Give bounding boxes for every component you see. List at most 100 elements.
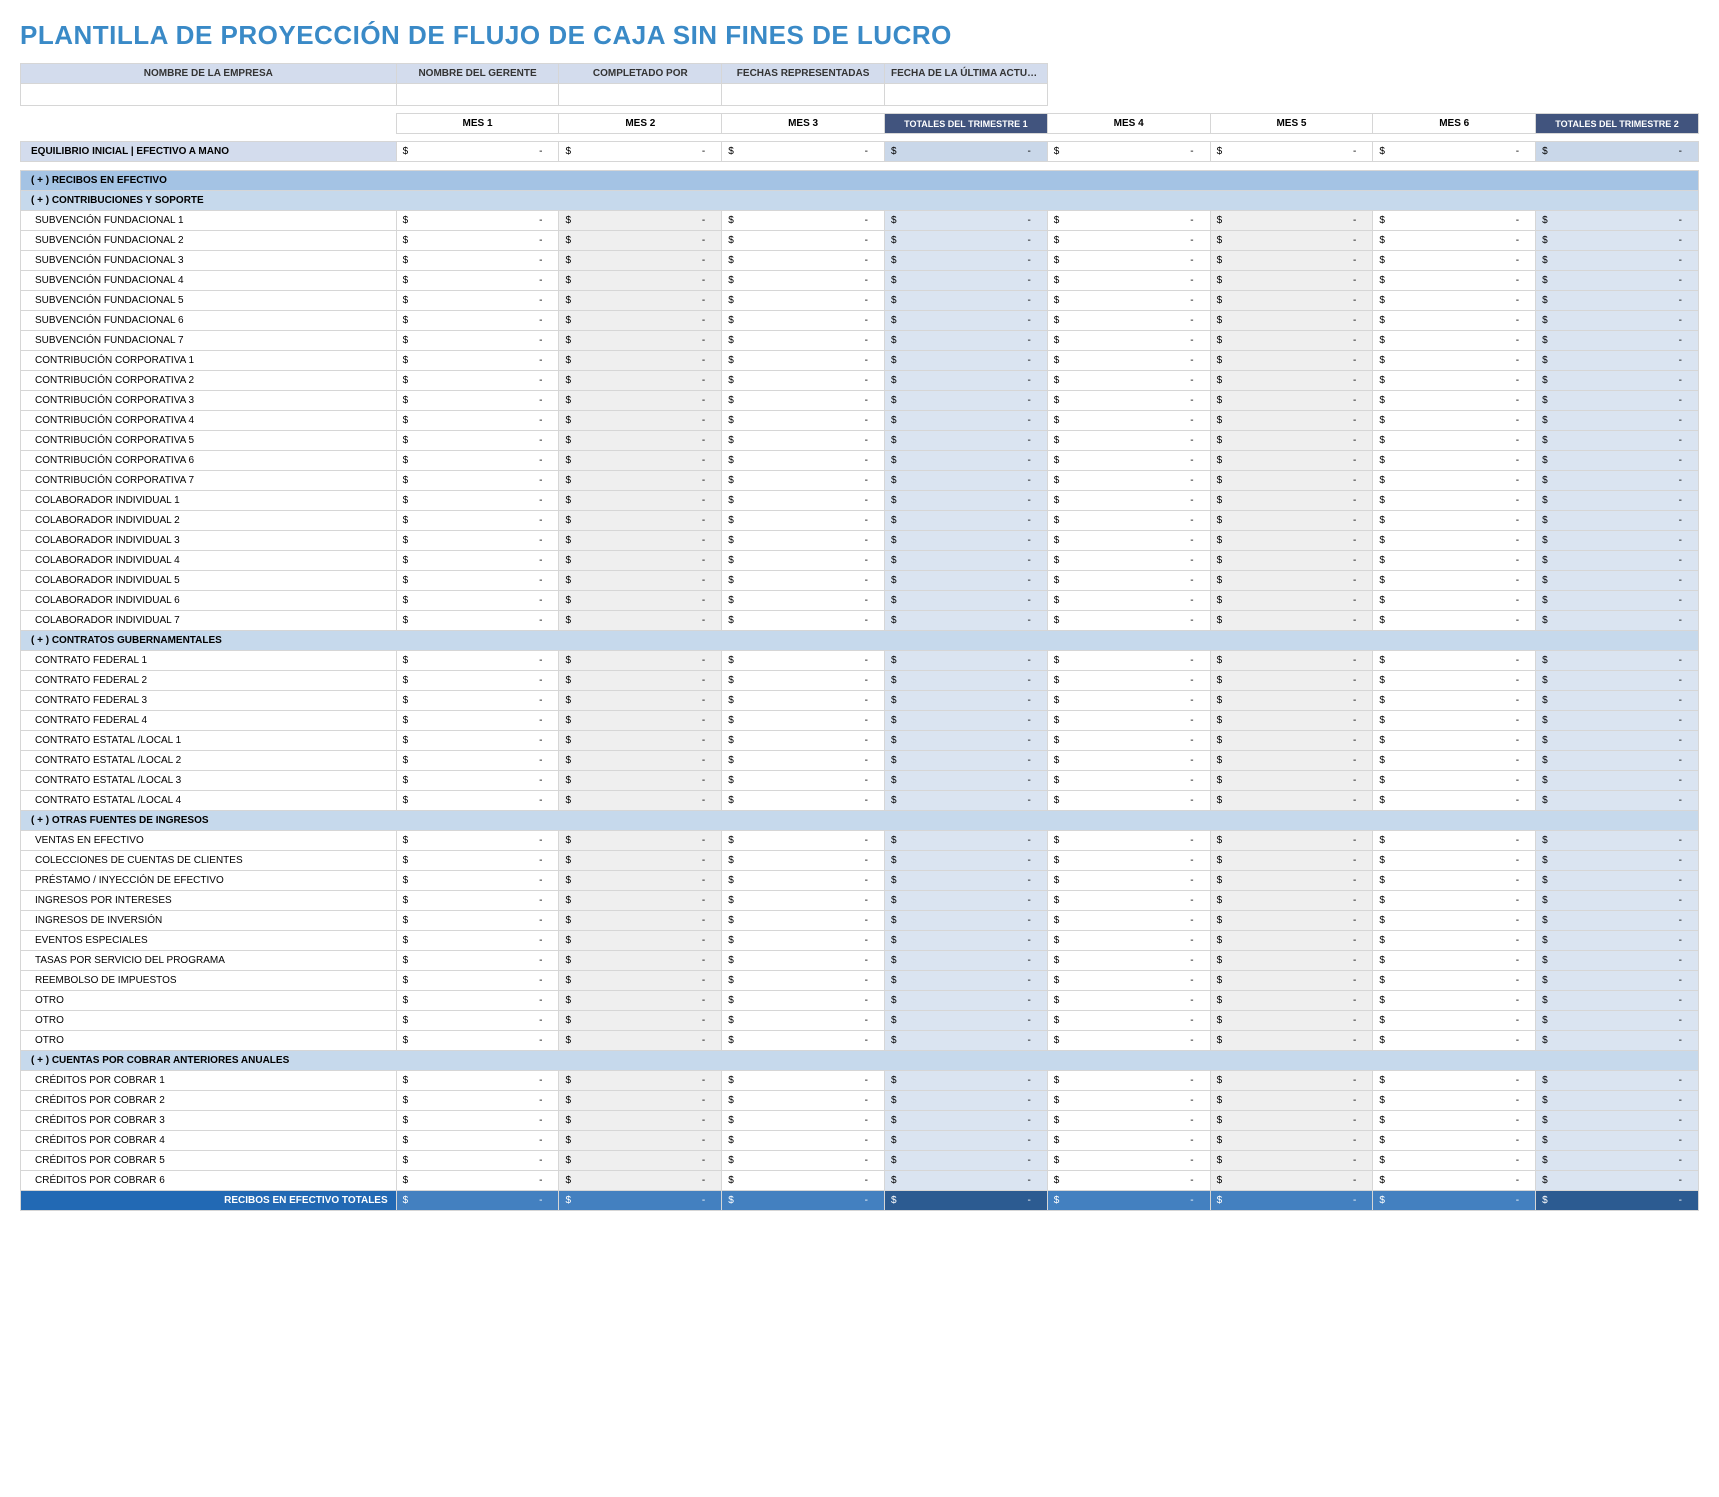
other-row-6-m3[interactable]: $- — [722, 950, 885, 970]
gov-row-7-m3[interactable]: $- — [722, 790, 885, 810]
gov-row-0-m3[interactable]: $- — [722, 650, 885, 670]
other-row-7-m4[interactable]: $- — [1047, 970, 1210, 990]
ar-row-2-m5[interactable]: $- — [1210, 1110, 1373, 1130]
other-row-2-m3[interactable]: $- — [722, 870, 885, 890]
contrib-row-15-m5[interactable]: $- — [1210, 510, 1373, 530]
gov-row-3-m1[interactable]: $- — [396, 710, 559, 730]
contrib-row-9-m2[interactable]: $- — [559, 390, 722, 410]
contrib-row-20-m1[interactable]: $- — [396, 610, 559, 630]
other-row-5-m2[interactable]: $- — [559, 930, 722, 950]
contrib-row-1-m4[interactable]: $- — [1047, 230, 1210, 250]
ar-row-5-m5[interactable]: $- — [1210, 1170, 1373, 1190]
other-row-8-m5[interactable]: $- — [1210, 990, 1373, 1010]
other-row-8-m6[interactable]: $- — [1373, 990, 1536, 1010]
gov-row-4-m6[interactable]: $- — [1373, 730, 1536, 750]
contrib-row-16-m6[interactable]: $- — [1373, 530, 1536, 550]
contrib-row-19-m3[interactable]: $- — [722, 590, 885, 610]
ar-row-1-m4[interactable]: $- — [1047, 1090, 1210, 1110]
other-row-9-m6[interactable]: $- — [1373, 1010, 1536, 1030]
ar-row-0-m4[interactable]: $- — [1047, 1070, 1210, 1090]
contrib-row-3-m6[interactable]: $- — [1373, 270, 1536, 290]
contrib-row-5-m6[interactable]: $- — [1373, 310, 1536, 330]
ar-row-1-m6[interactable]: $- — [1373, 1090, 1536, 1110]
gov-row-2-m5[interactable]: $- — [1210, 690, 1373, 710]
other-row-5-m5[interactable]: $- — [1210, 930, 1373, 950]
ar-row-5-m2[interactable]: $- — [559, 1170, 722, 1190]
contrib-row-4-m2[interactable]: $- — [559, 290, 722, 310]
contrib-row-15-m1[interactable]: $- — [396, 510, 559, 530]
other-row-0-m5[interactable]: $- — [1210, 830, 1373, 850]
contrib-row-20-m5[interactable]: $- — [1210, 610, 1373, 630]
other-row-7-m6[interactable]: $- — [1373, 970, 1536, 990]
other-row-4-m4[interactable]: $- — [1047, 910, 1210, 930]
contrib-row-6-m1[interactable]: $- — [396, 330, 559, 350]
contrib-row-12-m6[interactable]: $- — [1373, 450, 1536, 470]
contrib-row-11-m6[interactable]: $- — [1373, 430, 1536, 450]
other-row-6-m1[interactable]: $- — [396, 950, 559, 970]
ar-row-5-m4[interactable]: $- — [1047, 1170, 1210, 1190]
ar-row-3-m6[interactable]: $- — [1373, 1130, 1536, 1150]
other-row-1-m3[interactable]: $- — [722, 850, 885, 870]
contrib-row-6-m2[interactable]: $- — [559, 330, 722, 350]
other-row-6-m5[interactable]: $- — [1210, 950, 1373, 970]
info-manager-val[interactable] — [396, 84, 559, 106]
ar-row-0-m5[interactable]: $- — [1210, 1070, 1373, 1090]
gov-row-0-m6[interactable]: $- — [1373, 650, 1536, 670]
contrib-row-12-m3[interactable]: $- — [722, 450, 885, 470]
contrib-row-1-m3[interactable]: $- — [722, 230, 885, 250]
other-row-4-m6[interactable]: $- — [1373, 910, 1536, 930]
gov-row-5-m3[interactable]: $- — [722, 750, 885, 770]
contrib-row-10-m4[interactable]: $- — [1047, 410, 1210, 430]
contrib-row-10-m6[interactable]: $- — [1373, 410, 1536, 430]
other-row-1-m5[interactable]: $- — [1210, 850, 1373, 870]
contrib-row-12-m4[interactable]: $- — [1047, 450, 1210, 470]
contrib-row-17-m2[interactable]: $- — [559, 550, 722, 570]
contrib-row-17-m1[interactable]: $- — [396, 550, 559, 570]
other-row-4-m2[interactable]: $- — [559, 910, 722, 930]
other-row-7-m1[interactable]: $- — [396, 970, 559, 990]
contrib-row-8-m2[interactable]: $- — [559, 370, 722, 390]
contrib-row-17-m4[interactable]: $- — [1047, 550, 1210, 570]
ar-row-2-m2[interactable]: $- — [559, 1110, 722, 1130]
contrib-row-4-m1[interactable]: $- — [396, 290, 559, 310]
contrib-row-0-m1[interactable]: $- — [396, 210, 559, 230]
gov-row-3-m3[interactable]: $- — [722, 710, 885, 730]
contrib-row-9-m4[interactable]: $- — [1047, 390, 1210, 410]
ar-row-4-m4[interactable]: $- — [1047, 1150, 1210, 1170]
contrib-row-4-m5[interactable]: $- — [1210, 290, 1373, 310]
ar-row-3-m2[interactable]: $- — [559, 1130, 722, 1150]
contrib-row-5-m2[interactable]: $- — [559, 310, 722, 330]
other-row-0-m4[interactable]: $- — [1047, 830, 1210, 850]
contrib-row-1-m2[interactable]: $- — [559, 230, 722, 250]
other-row-4-m1[interactable]: $- — [396, 910, 559, 930]
ar-row-5-m3[interactable]: $- — [722, 1170, 885, 1190]
other-row-2-m1[interactable]: $- — [396, 870, 559, 890]
contrib-row-20-m2[interactable]: $- — [559, 610, 722, 630]
gov-row-1-m6[interactable]: $- — [1373, 670, 1536, 690]
contrib-row-14-m5[interactable]: $- — [1210, 490, 1373, 510]
other-row-10-m5[interactable]: $- — [1210, 1030, 1373, 1050]
other-row-0-m6[interactable]: $- — [1373, 830, 1536, 850]
other-row-3-m3[interactable]: $- — [722, 890, 885, 910]
other-row-1-m1[interactable]: $- — [396, 850, 559, 870]
contrib-row-19-m5[interactable]: $- — [1210, 590, 1373, 610]
contrib-row-18-m4[interactable]: $- — [1047, 570, 1210, 590]
ar-row-1-m2[interactable]: $- — [559, 1090, 722, 1110]
other-row-1-m4[interactable]: $- — [1047, 850, 1210, 870]
other-row-2-m2[interactable]: $- — [559, 870, 722, 890]
gov-row-4-m4[interactable]: $- — [1047, 730, 1210, 750]
other-row-9-m5[interactable]: $- — [1210, 1010, 1373, 1030]
contrib-row-6-m4[interactable]: $- — [1047, 330, 1210, 350]
ar-row-3-m3[interactable]: $- — [722, 1130, 885, 1150]
other-row-2-m4[interactable]: $- — [1047, 870, 1210, 890]
contrib-row-8-m3[interactable]: $- — [722, 370, 885, 390]
other-row-0-m2[interactable]: $- — [559, 830, 722, 850]
gov-row-6-m6[interactable]: $- — [1373, 770, 1536, 790]
contrib-row-0-m5[interactable]: $- — [1210, 210, 1373, 230]
contrib-row-10-m3[interactable]: $- — [722, 410, 885, 430]
gov-row-0-m5[interactable]: $- — [1210, 650, 1373, 670]
contrib-row-3-m1[interactable]: $- — [396, 270, 559, 290]
contrib-row-6-m6[interactable]: $- — [1373, 330, 1536, 350]
other-row-2-m5[interactable]: $- — [1210, 870, 1373, 890]
other-row-1-m2[interactable]: $- — [559, 850, 722, 870]
